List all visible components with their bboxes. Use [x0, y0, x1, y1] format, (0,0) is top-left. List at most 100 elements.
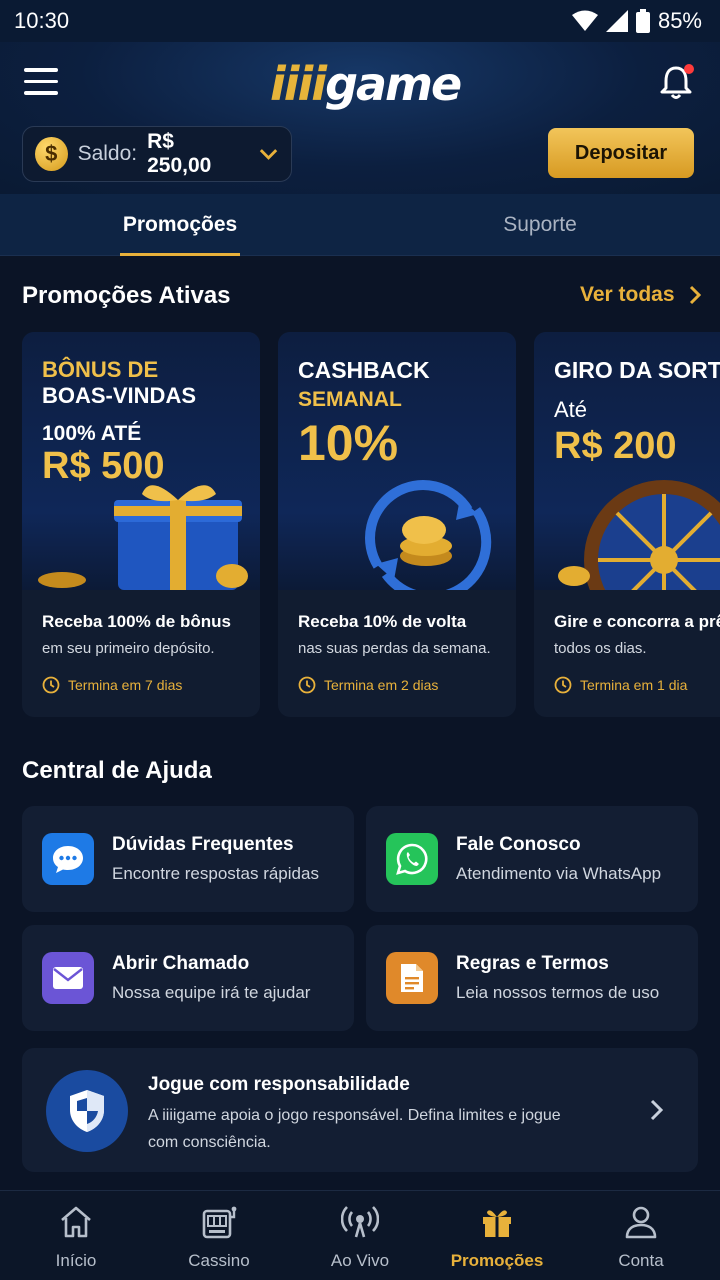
- promo-card-expiry-text: Termina em 1 dia: [580, 677, 688, 693]
- promo-card-expiry-text: Termina em 7 dias: [68, 677, 183, 693]
- menu-button[interactable]: [24, 68, 58, 96]
- balance-value: R$ 250,00: [147, 130, 212, 177]
- menu-icon-line: [24, 91, 58, 95]
- promo-card-expiry: Termina em 2 dias: [298, 676, 438, 694]
- whatsapp-icon: [386, 833, 438, 885]
- help-subtitle: Leia nossos termos de uso: [456, 983, 660, 1002]
- see-all-link[interactable]: Ver todas: [580, 283, 701, 307]
- nav-item-inicio[interactable]: Início: [16, 1191, 136, 1280]
- nav-item-conta[interactable]: Conta: [581, 1191, 701, 1280]
- help-text: Fale Conosco Atendimento via WhatsApp: [456, 834, 661, 884]
- nav-item-cassino[interactable]: Cassino: [159, 1191, 279, 1280]
- promo-art-line: BÔNUS DE: [42, 357, 159, 382]
- promo-art-line: CASHBACK: [298, 357, 430, 383]
- help-open-ticket[interactable]: Abrir Chamado Nossa equipe irá te ajudar: [22, 925, 354, 1031]
- app-logo: iiiigame: [270, 56, 462, 112]
- promo-card-welcome[interactable]: BÔNUS DE BOAS-VINDAS 100% ATÉ R$ 500 Rec…: [22, 332, 260, 717]
- promo-card-title: Receba 100% de bônus: [42, 612, 231, 631]
- tab-suporte[interactable]: Suporte: [480, 194, 600, 256]
- balance-label: Saldo:: [77, 142, 138, 165]
- promo-art-line: BOAS-VINDAS: [42, 383, 197, 408]
- chat-icon: [42, 833, 94, 885]
- chevron-right-icon: [650, 1099, 664, 1121]
- user-icon: [625, 1206, 657, 1239]
- clock-icon: [42, 676, 60, 694]
- promo-card-expiry-text: Termina em 2 dias: [324, 677, 439, 693]
- slot-machine-icon: [202, 1206, 237, 1239]
- promo-card-title: Gire e concorra a prêmios: [554, 612, 720, 631]
- help-text: Abrir Chamado Nossa equipe irá te ajudar: [112, 953, 310, 1003]
- responsible-description: A iiiigame apoia o jogo responsável. Def…: [148, 1107, 561, 1151]
- nav-label: Promoções: [450, 1251, 544, 1270]
- prize-wheel-icon: [558, 480, 720, 590]
- help-title: Dúvidas Frequentes: [112, 834, 294, 855]
- promo-art-line: 100% ATÉ: [42, 422, 142, 445]
- help-rules[interactable]: Regras e Termos Leia nossos termos de us…: [366, 925, 698, 1031]
- promo-card-subtitle: todos os dias.: [554, 640, 647, 657]
- promo-card-title: Receba 10% de volta: [298, 612, 467, 631]
- shield-icon: [46, 1070, 128, 1152]
- clock-icon: [298, 676, 316, 694]
- help-text: Dúvidas Frequentes Encontre respostas rá…: [112, 834, 319, 884]
- promo-card-lucky-spin[interactable]: GIRO DA SORTE Até R$ 200 Gire e concorra…: [534, 332, 720, 717]
- cashback-coins-icon: [365, 480, 492, 590]
- document-icon: [386, 952, 438, 1004]
- promo-card-cashback[interactable]: CASHBACK SEMANAL 10% Receba 10% de volta…: [278, 332, 516, 717]
- promo-art-lucky-spin: GIRO DA SORTE Até R$ 200: [534, 332, 720, 590]
- section-title-promotions: Promoções Ativas: [22, 282, 231, 309]
- see-all-label: Ver todas: [580, 283, 675, 306]
- promo-art-cashback: CASHBACK SEMANAL 10%: [278, 332, 516, 590]
- help-title: Fale Conosco: [456, 834, 581, 855]
- logo-part-2: game: [325, 57, 462, 111]
- nav-label: Conta: [618, 1251, 664, 1270]
- home-icon: [61, 1206, 91, 1238]
- menu-icon-line: [24, 79, 58, 83]
- deposit-button[interactable]: Depositar: [548, 128, 694, 178]
- help-subtitle: Atendimento via WhatsApp: [456, 864, 662, 883]
- menu-icon: [24, 68, 58, 72]
- promo-art-line: R$ 200: [554, 425, 677, 467]
- chevron-right-icon: [689, 285, 701, 305]
- signal-icon: [605, 10, 628, 32]
- balance-selector[interactable]: $ Saldo: R$ 250,00: [22, 126, 292, 182]
- status-icons: 85%: [571, 8, 702, 34]
- promo-card-expiry: Termina em 1 dia: [554, 676, 687, 694]
- logo-part-1: iiii: [270, 57, 327, 111]
- help-title: Abrir Chamado: [112, 953, 250, 974]
- mail-icon: [42, 952, 94, 1004]
- help-subtitle: Encontre respostas rápidas: [112, 864, 319, 883]
- clock-icon: [554, 676, 572, 694]
- wifi-icon: [571, 10, 598, 31]
- help-faq[interactable]: Dúvidas Frequentes Encontre respostas rá…: [22, 806, 354, 912]
- section-title-help: Central de Ajuda: [22, 757, 212, 784]
- responsible-title: Jogue com responsabilidade: [148, 1074, 410, 1095]
- promo-art-welcome: BÔNUS DE BOAS-VINDAS 100% ATÉ R$ 500: [22, 332, 260, 590]
- tab-bar: Promoções Suporte: [0, 194, 720, 256]
- promo-art-line: Até: [554, 397, 588, 422]
- gift-box-icon: [38, 485, 248, 590]
- promo-card-subtitle: em seu primeiro depósito.: [42, 640, 215, 657]
- coin-icon: $: [35, 137, 68, 171]
- nav-label: Cassino: [188, 1251, 250, 1270]
- promo-art-line: GIRO DA SORTE: [554, 357, 720, 383]
- notification-bell-icon[interactable]: [656, 62, 696, 102]
- help-contact[interactable]: Fale Conosco Atendimento via WhatsApp: [366, 806, 698, 912]
- status-bar: 10:30 85%: [0, 0, 720, 42]
- help-text: Regras e Termos Leia nossos termos de us…: [456, 953, 659, 1003]
- nav-item-promocoes[interactable]: Promoções: [437, 1191, 557, 1280]
- app-header: iiiigame $ Saldo: R$ 250,00 Depositar: [0, 42, 720, 194]
- live-broadcast-icon: [341, 1206, 379, 1238]
- responsible-gaming-banner[interactable]: Jogue com responsabilidade A iiiigame ap…: [22, 1048, 698, 1172]
- nav-label: Ao Vivo: [330, 1251, 390, 1270]
- nav-item-ao-vivo[interactable]: Ao Vivo: [300, 1191, 420, 1280]
- promo-art-line: 10%: [298, 415, 399, 471]
- help-title: Regras e Termos: [456, 953, 609, 974]
- battery-level: 85%: [657, 8, 702, 33]
- bottom-navigation: Início Cassino Ao Vivo Promoções Conta: [0, 1190, 720, 1280]
- promo-card-subtitle: nas suas perdas da semana.: [298, 640, 491, 657]
- battery-icon: [635, 9, 650, 33]
- promo-card-expiry: Termina em 7 dias: [42, 676, 182, 694]
- promo-art-line: SEMANAL: [298, 388, 402, 411]
- tab-promocoes[interactable]: Promoções: [120, 194, 240, 256]
- nav-label: Início: [55, 1251, 97, 1270]
